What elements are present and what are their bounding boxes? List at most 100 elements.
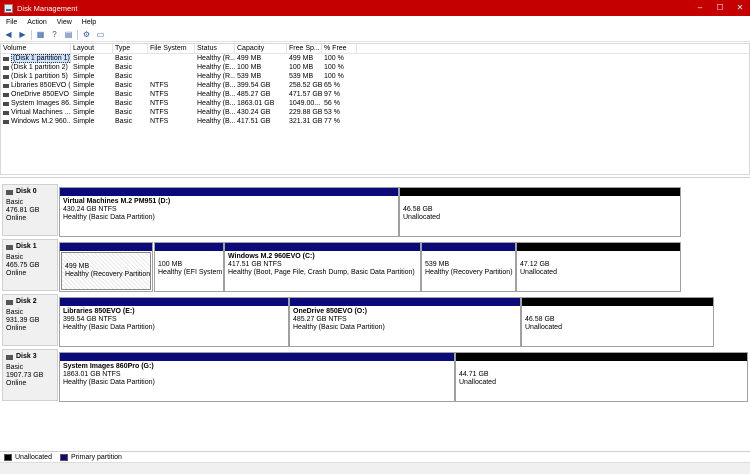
partition-block[interactable]: Windows M.2 960EVO (C:) 417.51 GB NTFS Hea… <box>224 242 421 292</box>
menu-action[interactable]: Action <box>27 19 46 26</box>
partition-block[interactable]: Virtual Machines M.2 PM951 (D:) 430.24 GB… <box>59 187 399 237</box>
table-cell: 100 % <box>324 73 344 80</box>
window-title: Disk Management <box>17 3 78 13</box>
help-icon[interactable]: ? <box>49 30 60 40</box>
disk-graphical-view: Disk 0 Basic 476.81 GB Online Virtual Machin… <box>0 177 750 451</box>
table-row[interactable]: Windows M.2 960... Simple Basic NTFS Healthy… <box>1 117 749 126</box>
disk-name: Disk 2 <box>16 298 37 305</box>
menu-file[interactable]: File <box>6 19 17 26</box>
table-cell: 100 MB <box>289 64 314 71</box>
disk-status: Online <box>6 270 27 277</box>
disk-name: Disk 3 <box>16 353 37 360</box>
console-tree-icon[interactable]: ▦ <box>35 30 46 40</box>
table-cell: 100 MB <box>237 64 262 71</box>
partition-color-bar <box>225 243 420 251</box>
legend-primary: Primary partition <box>70 453 122 461</box>
unallocated-space[interactable]: 47.12 GB Unallocated <box>516 242 681 292</box>
volume-name: (Disk 1 partition 5) <box>11 73 68 80</box>
minimize-icon[interactable]: – <box>690 0 710 16</box>
column-header-status[interactable]: Status <box>195 44 235 53</box>
column-header-volume[interactable]: Volume <box>1 44 71 53</box>
volume-list-header: Volume Layout Type File System Status Ca… <box>1 44 749 54</box>
table-cell: 399.54 GB <box>237 82 271 89</box>
disk-label[interactable]: Disk 3 Basic 1907.73 GB Online <box>2 349 58 401</box>
partition-size: 499 MB <box>65 263 90 270</box>
unallocated-space[interactable]: 46.58 GB Unallocated <box>521 297 714 347</box>
table-cell: NTFS <box>150 118 169 125</box>
disk-view-icon[interactable]: ▭ <box>95 30 106 40</box>
back-arrow-icon[interactable]: ◀ <box>3 30 14 40</box>
menu-view[interactable]: View <box>57 19 72 26</box>
table-cell: 430.24 GB <box>237 109 271 116</box>
partition-details: Windows M.2 960EVO (C:) 417.51 GB NTFS Hea… <box>225 251 420 279</box>
column-header-layout[interactable]: Layout <box>71 44 113 53</box>
menu-help[interactable]: Help <box>82 19 96 26</box>
volume-name: OneDrive 850EVO ... <box>11 91 71 98</box>
table-cell: 499 MB <box>289 55 314 62</box>
table-cell: Healthy (B... <box>197 109 235 116</box>
partition-color-bar <box>60 298 288 306</box>
volume-icon <box>3 92 9 97</box>
table-cell: NTFS <box>150 100 169 107</box>
column-header-type[interactable]: Type <box>113 44 148 53</box>
properties-icon[interactable]: ▤ <box>63 30 74 40</box>
partition-status: Unallocated <box>403 214 440 221</box>
table-cell: NTFS <box>150 109 169 116</box>
toolbar-separator <box>31 29 32 40</box>
table-cell: 97 % <box>324 91 340 98</box>
column-header-percent-free[interactable]: % Free <box>322 44 357 53</box>
partition-block[interactable]: 499 MB Healthy (Recovery Partition) <box>59 242 153 292</box>
partition-status: Healthy (Boot, Page File, Crash Dump, Ba… <box>228 269 415 276</box>
volume-list: Volume Layout Type File System Status Ca… <box>0 43 750 175</box>
disk-label[interactable]: Disk 1 Basic 465.75 GB Online <box>2 239 58 291</box>
close-icon[interactable]: ✕ <box>730 0 750 16</box>
partition-block[interactable]: System Images 860Pro (G:) 1863.01 GB NTFS… <box>59 352 455 402</box>
partition-color-bar <box>60 243 152 251</box>
column-header-free-space[interactable]: Free Sp... <box>287 44 322 53</box>
partition-details: 539 MB Healthy (Recovery Partition) <box>422 251 515 279</box>
disk-label[interactable]: Disk 2 Basic 931.39 GB Online <box>2 294 58 346</box>
toolbar-separator <box>77 29 78 40</box>
table-cell: 321.31 GB <box>289 118 322 125</box>
partition-block[interactable]: OneDrive 850EVO (O:) 485.27 GB NTFS Health… <box>289 297 521 347</box>
table-cell: 1049.00... <box>289 100 321 107</box>
column-header-file-system[interactable]: File System <box>148 44 195 53</box>
partition-block[interactable]: 539 MB Healthy (Recovery Partition) <box>421 242 516 292</box>
connect-icon[interactable]: ⚙ <box>81 30 92 40</box>
volume-name: Libraries 850EVO (... <box>11 82 71 89</box>
table-cell: Basic <box>115 73 133 80</box>
table-row[interactable]: (Disk 1 partition 1) Simple Basic Healthy (… <box>1 54 749 63</box>
forward-arrow-icon[interactable]: ▶ <box>17 30 28 40</box>
partition-color-bar <box>400 188 680 196</box>
table-cell: 485.27 GB <box>237 91 271 98</box>
table-row[interactable]: (Disk 1 partition 5) Simple Basic Healthy (… <box>1 72 749 81</box>
table-cell: 53 % <box>324 109 340 116</box>
partition-size: 485.27 GB NTFS <box>293 316 347 323</box>
table-row[interactable]: (Disk 1 partition 2) Simple Basic Healthy (… <box>1 63 749 72</box>
volume-icon <box>3 83 9 88</box>
partition-status: Unallocated <box>520 269 557 276</box>
table-row[interactable]: OneDrive 850EVO ... Simple Basic NTFS Health… <box>1 90 749 99</box>
partition-status: Healthy (Recovery Partition) <box>65 271 151 278</box>
column-header-capacity[interactable]: Capacity <box>235 44 287 53</box>
maximize-icon[interactable]: ☐ <box>710 0 730 16</box>
table-row[interactable]: System Images 86... Simple Basic NTFS Health… <box>1 99 749 108</box>
table-row[interactable]: Libraries 850EVO (... Simple Basic NTFS Heal… <box>1 81 749 90</box>
table-cell: 77 % <box>324 118 340 125</box>
partition-block[interactable]: Libraries 850EVO (E:) 399.54 GB NTFS Healt… <box>59 297 289 347</box>
volume-icon <box>3 101 9 106</box>
partition-details: Virtual Machines M.2 PM951 (D:) 430.24 GB… <box>60 196 398 224</box>
table-cell: 229.88 GB <box>289 109 322 116</box>
unallocated-space[interactable]: 44.71 GB Unallocated <box>455 352 748 402</box>
legend-unallocated: Unallocated <box>15 453 52 461</box>
partition-color-bar <box>456 353 747 361</box>
partition-block[interactable]: 100 MB Healthy (EFI System P <box>154 242 224 292</box>
table-cell: Basic <box>115 100 133 107</box>
unallocated-space[interactable]: 46.58 GB Unallocated <box>399 187 681 237</box>
disk-label[interactable]: Disk 0 Basic 476.81 GB Online <box>2 184 58 236</box>
partition-color-bar <box>60 353 454 361</box>
partition-color-bar <box>155 243 223 251</box>
disk-management-app-icon <box>4 3 13 13</box>
partition-details: 46.58 GB Unallocated <box>522 306 713 334</box>
table-row[interactable]: Virtual Machines ... Simple Basic NTFS Healt… <box>1 108 749 117</box>
